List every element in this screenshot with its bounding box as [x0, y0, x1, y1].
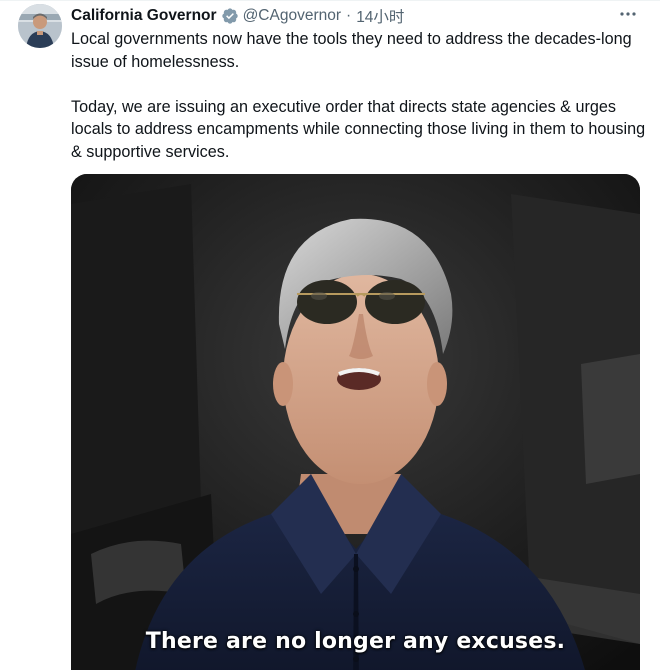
more-options-icon[interactable] — [616, 4, 640, 24]
video-caption: There are no longer any excuses. — [145, 629, 566, 654]
tweet-video[interactable]: There are no longer any excuses. — [71, 174, 640, 670]
author-avatar[interactable] — [18, 4, 62, 48]
separator-dot: · — [346, 7, 352, 24]
tweet-card[interactable]: California Governor @CAgovernor · 14小时 L… — [0, 0, 660, 670]
video-frame — [71, 174, 640, 670]
verified-badge-icon — [221, 7, 239, 25]
tweet-paragraph-1: Local governments now have the tools the… — [71, 30, 632, 71]
tweet-timestamp[interactable]: 14小时 — [356, 5, 404, 27]
tweet-text: Local governments now have the tools the… — [71, 28, 646, 163]
avatar-image — [18, 4, 62, 48]
author-handle[interactable]: @CAgovernor — [243, 7, 341, 25]
divider — [0, 0, 660, 1]
tweet-header: California Governor @CAgovernor · 14小时 — [71, 6, 404, 26]
author-display-name[interactable]: California Governor — [71, 7, 217, 25]
tweet-paragraph-2: Today, we are issuing an executive order… — [71, 97, 646, 161]
